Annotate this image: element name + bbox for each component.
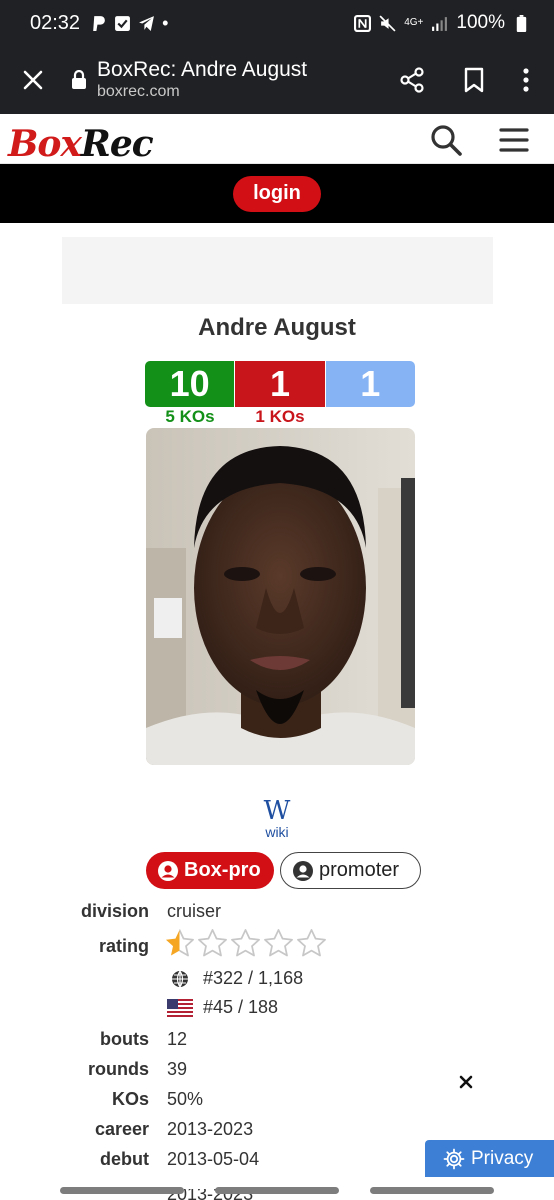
role-promoter-label: promoter [319, 859, 400, 881]
search-icon [431, 125, 462, 156]
site-header: BoxRec [0, 114, 554, 164]
telegram-icon [139, 15, 154, 31]
world-rank: #322 / 1,168 [167, 968, 303, 989]
status-time: 02:32 [30, 11, 81, 34]
role-boxpro-button[interactable]: Box-pro [146, 852, 274, 889]
nfc-icon [354, 14, 372, 32]
ko-draws-empty [325, 407, 415, 427]
wiki-link[interactable]: W wiki [0, 798, 554, 840]
page-title: BoxRec: Andre August [97, 58, 308, 81]
network-type: 4G+ [404, 17, 424, 28]
boxer-name: Andre August [198, 314, 356, 341]
nav-handle-left [60, 1187, 184, 1194]
ko-row: 5 KOs 1 KOs [145, 407, 415, 427]
debut-value: 2013-05-04 [167, 1149, 260, 1169]
rating-stars [164, 928, 327, 959]
status-notification-icons: • [90, 13, 168, 34]
battery-icon [516, 14, 527, 32]
logo-box-text: Box [8, 123, 82, 165]
mute-icon [379, 14, 396, 32]
country-rank: #45 / 188 [167, 997, 278, 1018]
kos-label: KOs [111, 1089, 149, 1109]
browser-actions [390, 58, 538, 102]
search-button[interactable] [426, 120, 466, 160]
gear-icon [443, 1148, 465, 1169]
star-icon [297, 929, 326, 957]
rating-label: rating [98, 936, 149, 956]
rounds-value: 39 [167, 1059, 188, 1079]
bookmark-icon [464, 67, 484, 93]
record-losses: 1 [234, 361, 326, 407]
user-icon [158, 860, 178, 881]
star-icon [264, 929, 293, 957]
logo-rec-text: Rec [80, 123, 154, 165]
user-icon [293, 860, 313, 881]
more-notifications-dot-icon: • [162, 12, 169, 33]
rounds-label: rounds [88, 1059, 149, 1079]
record-bar: 10 1 1 [145, 361, 415, 407]
nav-handle-center [215, 1187, 339, 1194]
star-icon [231, 929, 260, 957]
bouts-value: 12 [167, 1029, 188, 1049]
bookmark-button[interactable] [452, 58, 496, 102]
privacy-button[interactable]: Privacy [425, 1140, 554, 1177]
address-display[interactable]: BoxRec: Andre August boxrec.com [97, 58, 307, 102]
share-icon [400, 67, 424, 93]
paypal-icon [93, 15, 105, 31]
ko-losses: 1 KOs [255, 407, 305, 426]
debut-label: debut [100, 1149, 149, 1169]
ad-placeholder [62, 237, 493, 304]
record-wins: 10 [145, 361, 235, 407]
share-button[interactable] [390, 58, 434, 102]
wikipedia-icon: W [263, 796, 291, 826]
division-value: cruiser [167, 901, 222, 921]
menu-icon [499, 128, 529, 152]
wiki-label: wiki [265, 824, 289, 840]
bouts-label: bouts [100, 1029, 149, 1049]
check-box-icon [115, 15, 130, 31]
world-rank-value: #322 / 1,168 [203, 968, 304, 988]
country-rank-value: #45 / 188 [203, 997, 279, 1017]
close-ad-button[interactable] [454, 1070, 478, 1094]
menu-button[interactable] [494, 120, 534, 160]
us-flag-icon [167, 998, 193, 1017]
signal-icon [432, 16, 448, 31]
login-button[interactable]: login [233, 175, 321, 212]
boxrec-logo[interactable]: BoxRec [8, 123, 154, 165]
boxer-photo [146, 428, 415, 765]
boxer-photo-image [146, 428, 415, 765]
lock-icon [72, 70, 86, 89]
ko-wins: 5 KOs [165, 407, 215, 426]
privacy-label: Privacy [471, 1147, 534, 1169]
division-label: division [80, 901, 149, 921]
battery-percent: 100% [456, 12, 505, 33]
more-options-button[interactable] [514, 58, 538, 102]
close-tab-button[interactable] [13, 60, 53, 100]
record-draws: 1 [325, 361, 415, 407]
status-right: 4G+ 100% [354, 12, 530, 34]
close-icon [459, 1075, 473, 1089]
globe-icon [172, 970, 188, 987]
career-label: career [94, 1119, 149, 1139]
page-url: boxrec.com [97, 83, 180, 100]
role-boxpro-label: Box-pro [184, 859, 261, 881]
star-icon [198, 929, 227, 957]
more-vert-icon [523, 68, 529, 92]
career-value: 2013-2023 [167, 1119, 254, 1139]
close-icon [23, 70, 43, 90]
role-promoter-button[interactable]: promoter [280, 852, 421, 889]
nav-handle-right [370, 1187, 494, 1194]
login-bar: login [0, 164, 554, 223]
star-icon [165, 929, 194, 957]
kos-value: 50% [167, 1089, 204, 1109]
browser-toolbar: BoxRec: Andre August boxrec.com [0, 46, 554, 114]
status-bar: 02:32 • 4G+ 100% [0, 0, 554, 46]
